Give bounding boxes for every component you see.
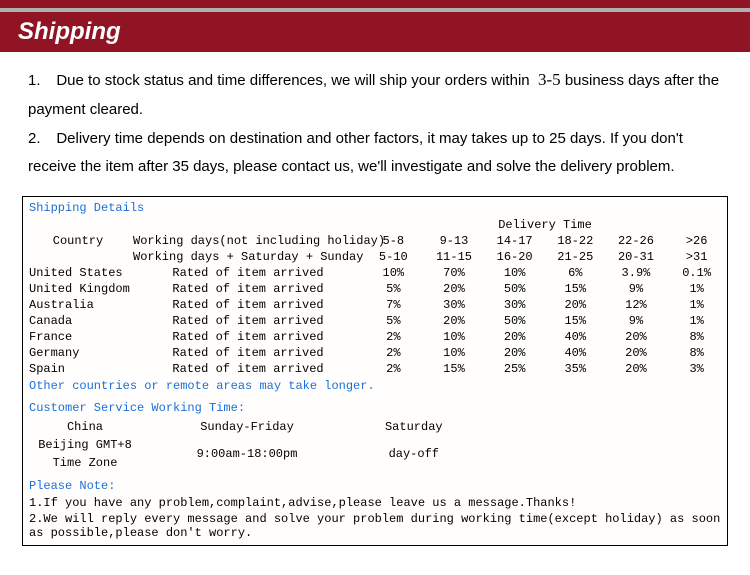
percent-cell: 1%	[666, 313, 727, 329]
table-row: Beijing GMT+8 9:00am-18:00pm day-off	[25, 437, 479, 453]
percent-cell: 10%	[424, 345, 485, 361]
country-header: Country	[23, 233, 133, 249]
rated-label-cell: Rated of item arrived	[133, 297, 363, 313]
list-num-2: 2.	[28, 125, 48, 154]
percent-cell: 12%	[606, 297, 667, 313]
delivery-time-header: Delivery Time	[363, 217, 727, 233]
percent-cell: 0.1%	[666, 265, 727, 281]
percent-cell: 25%	[484, 361, 545, 377]
percent-cell: 9%	[606, 281, 667, 297]
percent-cell: 40%	[545, 329, 606, 345]
percent-cell: 50%	[484, 281, 545, 297]
percent-cell: 2%	[363, 329, 424, 345]
table-row: CanadaRated of item arrived5%20%50%15%9%…	[23, 313, 727, 329]
service-time-title: Customer Service Working Time:	[23, 399, 727, 417]
percent-cell: 15%	[424, 361, 485, 377]
please-note-title: Please Note:	[23, 477, 727, 495]
rated-label-cell: Rated of item arrived	[133, 329, 363, 345]
shipping-details-title: Shipping Details	[23, 199, 727, 217]
country-cell: United States	[23, 265, 133, 281]
percent-cell: 9%	[606, 313, 667, 329]
country-cell: Australia	[23, 297, 133, 313]
percent-cell: 10%	[424, 329, 485, 345]
shipping-details-box: Shipping Details Delivery Time Country W…	[22, 196, 728, 546]
percent-cell: 50%	[484, 313, 545, 329]
service-time-table: China Sunday-Friday Saturday Beijing GMT…	[23, 417, 481, 473]
table-row: AustraliaRated of item arrived7%30%30%20…	[23, 297, 727, 313]
percent-cell: 20%	[606, 329, 667, 345]
percent-cell: 70%	[424, 265, 485, 281]
percent-cell: 6%	[545, 265, 606, 281]
percent-cell: 30%	[484, 297, 545, 313]
percent-cell: 1%	[666, 297, 727, 313]
percent-cell: 35%	[545, 361, 606, 377]
shipping-table: Delivery Time Country Working days(not i…	[23, 217, 727, 377]
table-row: United StatesRated of item arrived10%70%…	[23, 265, 727, 281]
percent-cell: 2%	[363, 345, 424, 361]
rated-label-cell: Rated of item arrived	[133, 265, 363, 281]
percent-cell: 15%	[545, 281, 606, 297]
country-cell: France	[23, 329, 133, 345]
percent-cell: 15%	[545, 313, 606, 329]
intro-p1-partA: Due to stock status and time differences…	[56, 72, 529, 89]
rated-label-cell: Rated of item arrived	[133, 361, 363, 377]
other-countries-note: Other countries or remote areas may take…	[23, 377, 727, 395]
percent-cell: 20%	[424, 281, 485, 297]
percent-cell: 3%	[666, 361, 727, 377]
percent-cell: 5%	[363, 281, 424, 297]
percent-cell: 3.9%	[606, 265, 667, 281]
table-row-delivery-time: Delivery Time	[23, 217, 727, 233]
table-row: FranceRated of item arrived2%10%20%40%20…	[23, 329, 727, 345]
top-accent-bar	[0, 0, 750, 8]
table-row: SpainRated of item arrived2%15%25%35%20%…	[23, 361, 727, 377]
table-row-ws: Working days + Saturday + Sunday 5-10 11…	[23, 249, 727, 265]
table-row-wd: Country Working days(not including holid…	[23, 233, 727, 249]
table-row: United KingdomRated of item arrived5%20%…	[23, 281, 727, 297]
percent-cell: 20%	[484, 329, 545, 345]
intro-ship-days: 3-5	[538, 70, 561, 89]
table-row: China Sunday-Friday Saturday	[25, 419, 479, 435]
percent-cell: 5%	[363, 313, 424, 329]
country-cell: Germany	[23, 345, 133, 361]
percent-cell: 40%	[545, 345, 606, 361]
percent-cell: 20%	[606, 361, 667, 377]
percent-cell: 20%	[545, 297, 606, 313]
percent-cell: 10%	[484, 265, 545, 281]
rated-label-cell: Rated of item arrived	[133, 313, 363, 329]
page-title: Shipping	[0, 8, 750, 52]
list-num-1: 1.	[28, 67, 48, 96]
percent-cell: 8%	[666, 329, 727, 345]
rated-label-cell: Rated of item arrived	[133, 345, 363, 361]
percent-cell: 2%	[363, 361, 424, 377]
percent-cell: 1%	[666, 281, 727, 297]
intro-p2: Delivery time depends on destination and…	[28, 130, 683, 176]
percent-cell: 8%	[666, 345, 727, 361]
table-row: GermanyRated of item arrived2%10%20%40%2…	[23, 345, 727, 361]
percent-cell: 7%	[363, 297, 424, 313]
percent-cell: 30%	[424, 297, 485, 313]
percent-cell: 10%	[363, 265, 424, 281]
intro-text: 1. Due to stock status and time differen…	[0, 52, 750, 196]
working-days-label-2: Working days + Saturday + Sunday	[133, 249, 363, 265]
working-days-label-1: Working days(not including holiday)	[133, 233, 363, 249]
please-note-1: 1.If you have any problem,complaint,advi…	[23, 495, 727, 511]
rated-label-cell: Rated of item arrived	[133, 281, 363, 297]
percent-cell: 20%	[606, 345, 667, 361]
country-cell: United Kingdom	[23, 281, 133, 297]
country-cell: Canada	[23, 313, 133, 329]
percent-cell: 20%	[424, 313, 485, 329]
please-note-2: 2.We will reply every message and solve …	[23, 511, 727, 541]
percent-cell: 20%	[484, 345, 545, 361]
country-cell: Spain	[23, 361, 133, 377]
